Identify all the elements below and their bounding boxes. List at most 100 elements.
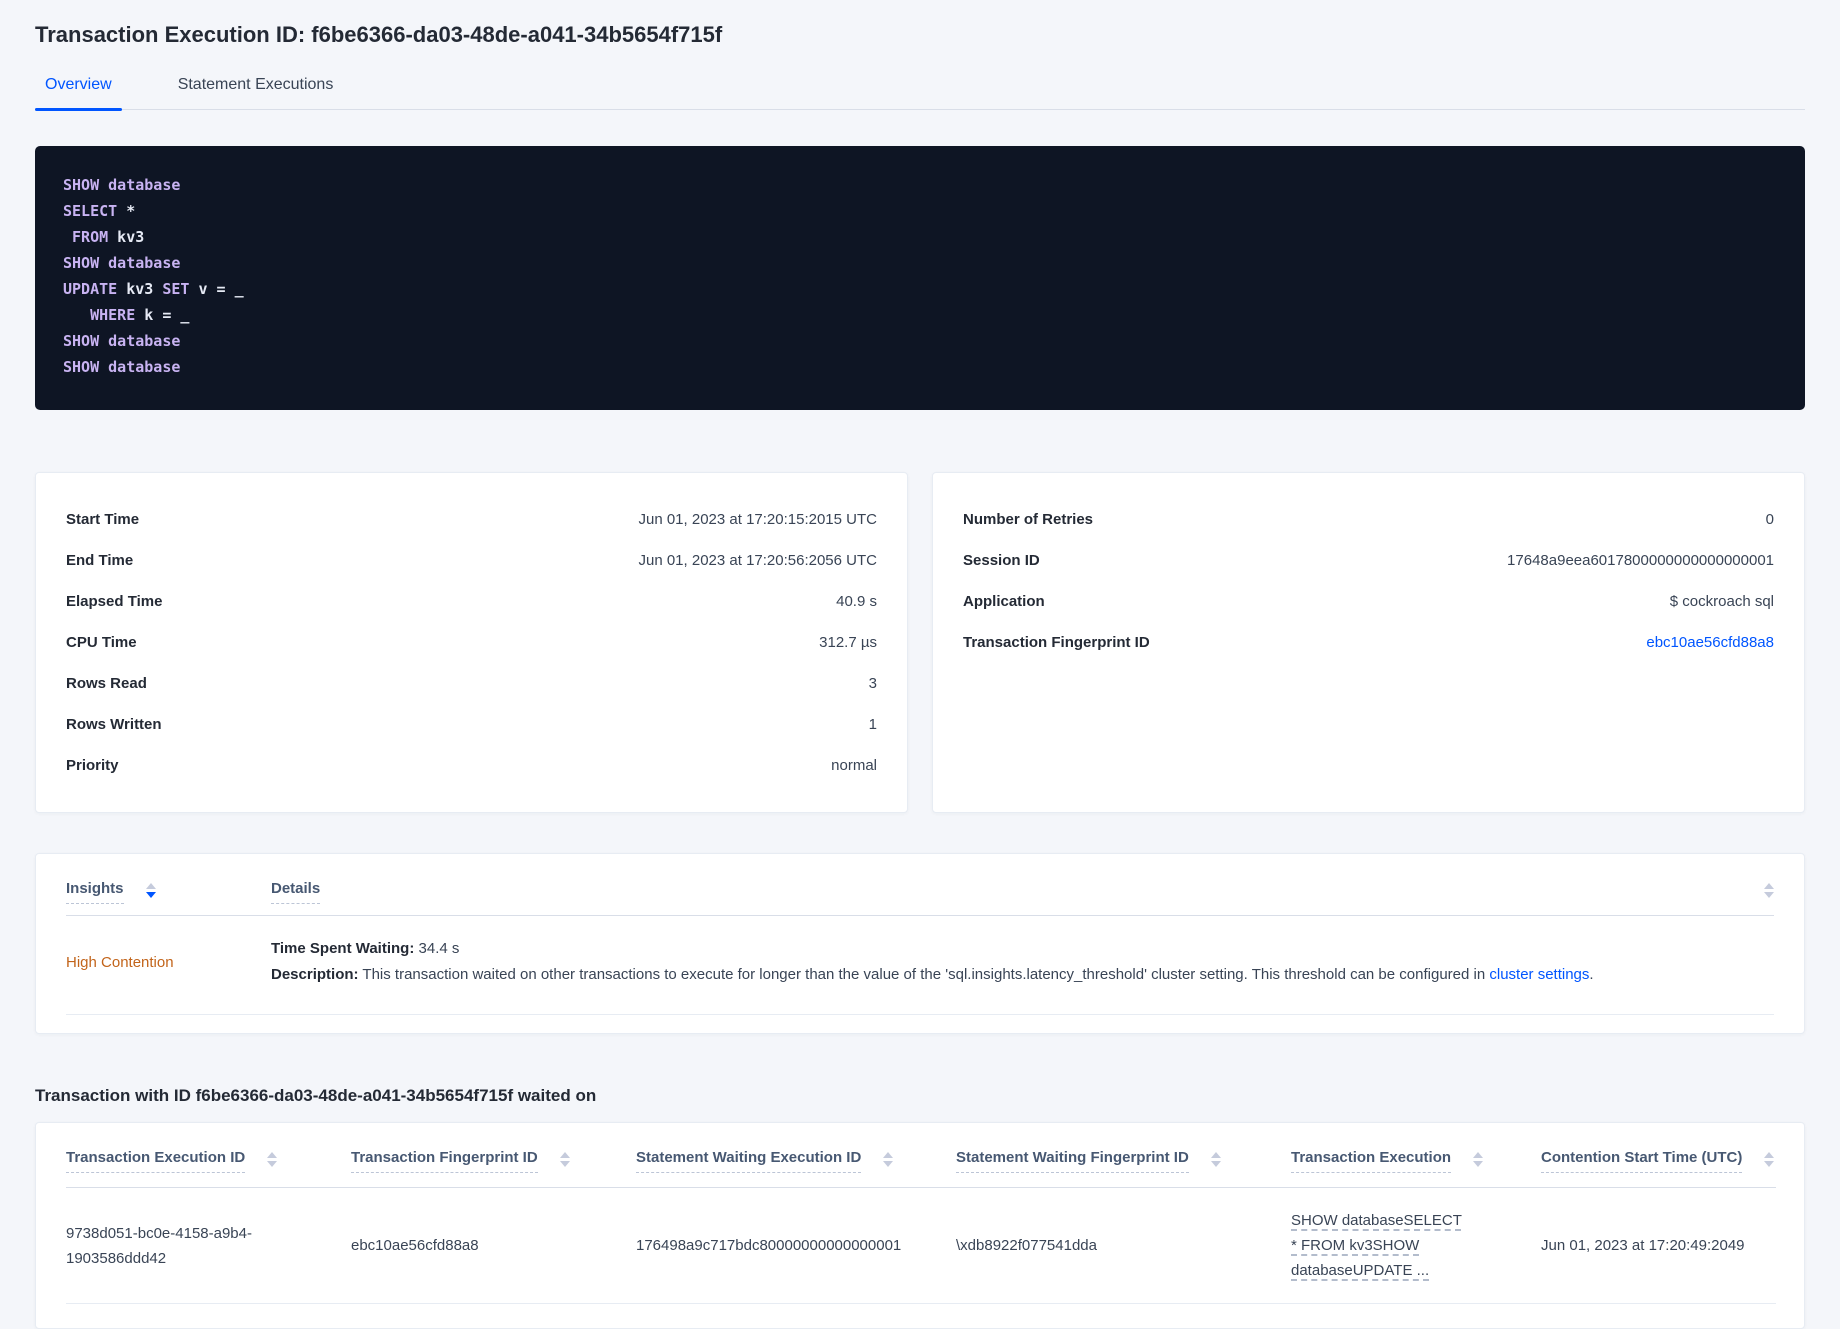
sort-down-arrow-icon xyxy=(267,1161,278,1167)
txn-fingerprint-label: Transaction Fingerprint ID xyxy=(963,634,1150,651)
start-time-value: Jun 01, 2023 at 17:20:15:2015 UTC xyxy=(638,511,877,528)
end-time-value: Jun 01, 2023 at 17:20:56:2056 UTC xyxy=(638,552,877,569)
elapsed-time-label: Elapsed Time xyxy=(66,593,163,610)
sort-icon[interactable] xyxy=(559,1152,570,1167)
execution-summary-card: Start Time Jun 01, 2023 at 17:20:15:2015… xyxy=(35,472,908,813)
session-id-value: 17648a9eea6017800000000000000001 xyxy=(1507,552,1774,569)
description-period: . xyxy=(1589,966,1594,983)
sort-down-arrow-icon xyxy=(1210,1161,1221,1167)
summary-row-cpu-time: CPU Time 312.7 µs xyxy=(66,622,877,663)
column-header-transaction-fingerprint-id[interactable]: Transaction Fingerprint ID xyxy=(351,1137,636,1188)
insight-type-badge: High Contention xyxy=(66,953,174,971)
waited-table-row: 9738d051-bc0e-4158-a9b4-1903586ddd42 ebc… xyxy=(66,1187,1776,1304)
rows-written-label: Rows Written xyxy=(66,716,162,733)
column-label[interactable]: Statement Waiting Fingerprint ID xyxy=(956,1149,1189,1173)
sort-down-arrow-icon xyxy=(1764,1161,1775,1167)
sort-up-arrow-icon xyxy=(1473,1152,1484,1158)
column-header-transaction-execution-id[interactable]: Transaction Execution ID xyxy=(66,1137,351,1188)
insights-table-header: Insights Details xyxy=(66,870,1774,916)
priority-value: normal xyxy=(831,757,877,774)
column-label[interactable]: Transaction Execution ID xyxy=(66,1149,246,1173)
cpu-time-label: CPU Time xyxy=(66,634,137,651)
summary-row-session-id: Session ID 17648a9eea6017800000000000000… xyxy=(963,540,1774,581)
cell-contention-start-time: Jun 01, 2023 at 17:20:49:2049 xyxy=(1541,1187,1776,1304)
insight-description: Description: This transaction waited on … xyxy=(271,962,1774,988)
column-header-contention-start-time[interactable]: Contention Start Time (UTC) xyxy=(1541,1137,1776,1188)
sort-icon[interactable] xyxy=(1473,1152,1484,1167)
start-time-label: Start Time xyxy=(66,511,140,528)
transaction-execution-link[interactable]: SHOW databaseSELECT * FROM kv3SHOW datab… xyxy=(1291,1208,1469,1283)
retries-value: 0 xyxy=(1765,511,1774,528)
summary-row-rows-read: Rows Read 3 xyxy=(66,663,877,704)
sort-down-arrow-icon xyxy=(883,1161,894,1167)
tab-overview[interactable]: Overview xyxy=(35,76,122,111)
sort-up-arrow-icon xyxy=(145,883,156,889)
txn-fingerprint-link[interactable]: ebc10ae56cfd88a8 xyxy=(1646,632,1774,653)
column-header-statement-waiting-execution-id[interactable]: Statement Waiting Execution ID xyxy=(636,1137,956,1188)
retries-label: Number of Retries xyxy=(963,511,1094,528)
session-id-label: Session ID xyxy=(963,552,1040,569)
waited-on-table: Transaction Execution ID Transaction Fin… xyxy=(66,1137,1776,1304)
sort-up-arrow-icon xyxy=(1764,883,1774,889)
sort-down-arrow-icon xyxy=(559,1161,570,1167)
sort-down-arrow-icon xyxy=(1473,1161,1484,1167)
end-time-label: End Time xyxy=(66,552,134,569)
summary-row-txn-fingerprint: Transaction Fingerprint ID ebc10ae56cfd8… xyxy=(963,622,1774,663)
column-label[interactable]: Transaction Execution xyxy=(1291,1149,1452,1173)
cell-statement-waiting-fingerprint-id: \xdb8922f077541dda xyxy=(956,1187,1291,1304)
cell-transaction-fingerprint-id: ebc10ae56cfd88a8 xyxy=(351,1187,636,1304)
waiting-value: 34.4 s xyxy=(414,940,460,957)
application-label: Application xyxy=(963,593,1045,610)
column-label[interactable]: Statement Waiting Execution ID xyxy=(636,1149,862,1173)
insights-column-header[interactable]: Insights xyxy=(66,880,271,904)
sql-statements: SHOW database SELECT * FROM kv3 SHOW datab… xyxy=(35,146,1805,410)
sort-up-arrow-icon xyxy=(559,1152,570,1158)
sort-icon[interactable] xyxy=(267,1152,278,1167)
cell-transaction-execution: SHOW databaseSELECT * FROM kv3SHOW datab… xyxy=(1291,1187,1541,1304)
column-header-transaction-execution[interactable]: Transaction Execution xyxy=(1291,1137,1541,1188)
transaction-execution-id-value: 9738d051-bc0e-4158-a9b4-1903586ddd42 xyxy=(66,1224,252,1267)
summary-row-retries: Number of Retries 0 xyxy=(963,499,1774,540)
insights-column-label[interactable]: Insights xyxy=(66,880,124,904)
details-column-header: Details xyxy=(271,880,1774,904)
summary-row-rows-written: Rows Written 1 xyxy=(66,704,877,745)
cluster-settings-link[interactable]: cluster settings xyxy=(1489,966,1589,983)
rows-written-value: 1 xyxy=(868,716,877,733)
summary-row-start-time: Start Time Jun 01, 2023 at 17:20:15:2015… xyxy=(66,499,877,540)
sort-icon-details[interactable] xyxy=(1764,883,1774,904)
details-column-label[interactable]: Details xyxy=(271,880,321,904)
sort-icon[interactable] xyxy=(1210,1152,1221,1167)
sort-down-arrow-icon xyxy=(1764,892,1774,898)
sort-icon[interactable] xyxy=(883,1152,894,1167)
description-text: This transaction waited on other transac… xyxy=(358,966,1490,983)
waited-on-heading: Transaction with ID f6be6366-da03-48de-a… xyxy=(35,1086,597,1105)
summary-row-application: Application $ cockroach sql xyxy=(963,581,1774,622)
cell-statement-waiting-execution-id: 176498a9c717bdc80000000000000001 xyxy=(636,1187,956,1304)
waiting-label: Time Spent Waiting: xyxy=(271,940,415,957)
sort-up-arrow-icon xyxy=(267,1152,278,1158)
waited-table-header-row: Transaction Execution ID Transaction Fin… xyxy=(66,1137,1776,1188)
insight-row: High Contention Time Spent Waiting: 34.4… xyxy=(66,916,1774,1015)
column-label[interactable]: Contention Start Time (UTC) xyxy=(1541,1149,1743,1173)
rows-read-label: Rows Read xyxy=(66,675,147,692)
description-label: Description: xyxy=(271,966,359,983)
application-value: $ cockroach sql xyxy=(1669,593,1774,610)
sort-up-arrow-icon xyxy=(1210,1152,1221,1158)
column-label[interactable]: Transaction Fingerprint ID xyxy=(351,1149,538,1173)
tab-statement-executions[interactable]: Statement Executions xyxy=(168,76,344,109)
summary-row-end-time: End Time Jun 01, 2023 at 17:20:56:2056 U… xyxy=(66,540,877,581)
sort-icon-insights[interactable] xyxy=(145,883,156,904)
cpu-time-value: 312.7 µs xyxy=(819,634,877,651)
cell-transaction-execution-id: 9738d051-bc0e-4158-a9b4-1903586ddd42 xyxy=(66,1187,351,1304)
sort-down-arrow-icon xyxy=(145,892,156,898)
summary-cards: Start Time Jun 01, 2023 at 17:20:15:2015… xyxy=(35,472,1805,813)
sort-icon[interactable] xyxy=(1764,1152,1775,1167)
sort-up-arrow-icon xyxy=(1764,1152,1775,1158)
column-header-statement-waiting-fingerprint-id[interactable]: Statement Waiting Fingerprint ID xyxy=(956,1137,1291,1188)
page-title: Transaction Execution ID: f6be6366-da03-… xyxy=(35,22,723,47)
sort-up-arrow-icon xyxy=(883,1152,894,1158)
insights-card: Insights Details High Contention Time Sp… xyxy=(35,853,1805,1034)
summary-row-priority: Priority normal xyxy=(66,745,877,786)
time-spent-waiting: Time Spent Waiting: 34.4 s xyxy=(271,936,1774,962)
waited-on-card: Transaction Execution ID Transaction Fin… xyxy=(35,1122,1805,1329)
